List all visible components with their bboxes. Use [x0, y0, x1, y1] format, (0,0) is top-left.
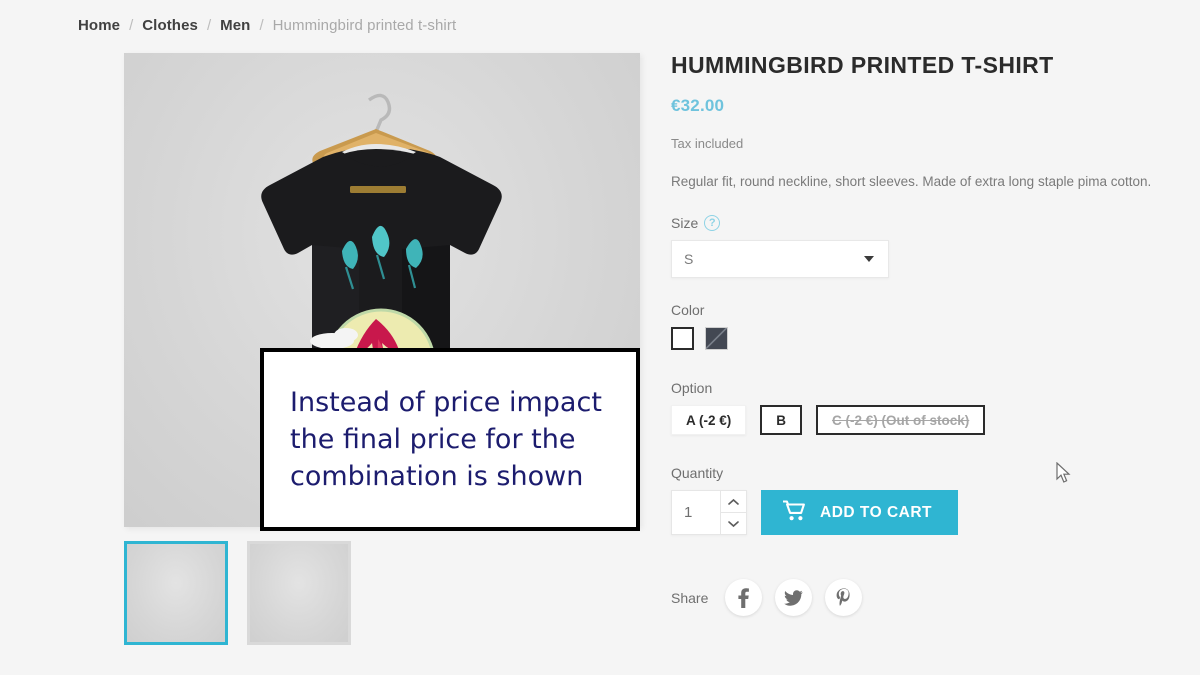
thumbnail-backdrop: [250, 544, 348, 642]
thumbnail-white-tshirt[interactable]: [247, 541, 351, 645]
option-c-out-of-stock: C (-2 €) (Out of stock): [816, 405, 986, 435]
breadcrumb-item-clothes[interactable]: Clothes: [142, 17, 198, 34]
option-a[interactable]: A (-2 €): [671, 405, 747, 435]
color-swatch-white[interactable]: [671, 327, 694, 350]
quantity-label: Quantity: [671, 465, 724, 481]
twitter-icon[interactable]: [775, 579, 813, 616]
size-select[interactable]: S: [671, 240, 889, 278]
quantity-value[interactable]: 1: [672, 491, 720, 534]
color-label: Color: [671, 302, 705, 318]
option-b[interactable]: B: [760, 405, 803, 435]
pinterest-icon[interactable]: [825, 579, 863, 616]
quantity-and-cart-row: 1 ADD TO CART: [671, 490, 1199, 535]
annotation-callout: Instead of price impact the final price …: [260, 348, 640, 531]
chevron-down-icon: [864, 256, 874, 262]
question-circle-icon[interactable]: ?: [704, 215, 721, 231]
breadcrumb: Home / Clothes / Men / Hummingbird print…: [78, 17, 456, 34]
size-select-value: S: [684, 251, 694, 267]
breadcrumb-item-current: Hummingbird printed t-shirt: [272, 17, 457, 34]
mouse-cursor: [1056, 461, 1071, 489]
size-label: Size: [671, 215, 699, 231]
breadcrumb-separator: /: [259, 17, 264, 34]
quantity-steppers: [720, 491, 746, 534]
option-label: Option: [671, 380, 713, 396]
thumbnail-backdrop: [127, 544, 225, 642]
chevron-up-icon[interactable]: [721, 491, 746, 512]
page-title: HUMMINGBIRD PRINTED T-SHIRT: [671, 52, 1054, 78]
tax-note: Tax included: [671, 136, 744, 152]
facebook-icon[interactable]: [725, 579, 763, 616]
quantity-stepper[interactable]: 1: [671, 490, 747, 535]
breadcrumb-separator: /: [206, 17, 212, 34]
share-label: Share: [671, 589, 709, 606]
product-description: Regular fit, round neckline, short sleev…: [671, 174, 1152, 190]
breadcrumb-item-home[interactable]: Home: [78, 17, 120, 34]
product-price: €32.00: [671, 96, 725, 116]
annotation-text: Instead of price impact the final price …: [290, 386, 602, 493]
share-row: Share: [671, 579, 1199, 616]
thumbnail-list: [124, 541, 640, 645]
add-to-cart-label: ADD TO CART: [820, 503, 932, 521]
add-to-cart-button[interactable]: ADD TO CART: [761, 490, 958, 535]
chevron-down-icon[interactable]: [721, 512, 746, 534]
product-info-panel: HUMMINGBIRD PRINTED T-SHIRT €32.00 Tax i…: [671, 52, 1199, 616]
color-swatch-black[interactable]: [705, 327, 728, 350]
breadcrumb-item-men[interactable]: Men: [220, 17, 250, 34]
thumbnail-black-tshirt[interactable]: [124, 541, 228, 645]
shopping-cart-icon: [782, 499, 806, 526]
size-label-row: Size ?: [671, 215, 1199, 231]
color-swatch-list: [671, 327, 1199, 350]
option-list: A (-2 €) B C (-2 €) (Out of stock): [671, 405, 1199, 435]
breadcrumb-separator: /: [129, 17, 134, 34]
